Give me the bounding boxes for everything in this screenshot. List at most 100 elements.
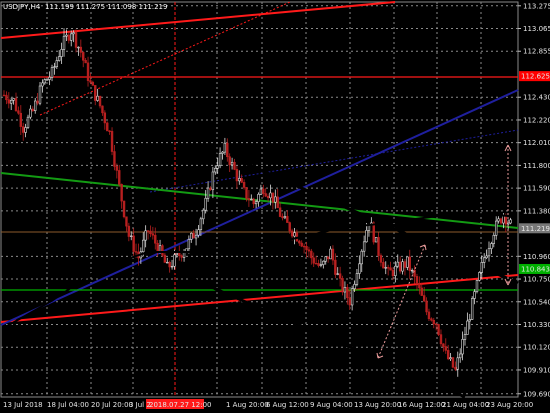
candle-body [257,193,260,203]
candle-body [5,94,8,101]
candle-body [331,248,335,261]
candle-body [211,171,215,191]
candle-body [134,251,138,253]
candle-body [24,127,27,133]
candle-body [408,256,411,271]
candle-body [235,169,239,182]
candle-body [396,261,399,267]
candle-body [60,49,63,57]
time-tick-label: 13 Aug 20:00 [354,401,401,409]
candle-body [338,273,342,279]
candle-body [202,209,205,220]
candle-body [355,273,359,285]
price-marker-label: 110.843 [521,265,550,273]
candle-body [43,79,47,84]
candle-body [132,235,135,252]
candle-body [319,264,323,266]
candle-body [31,108,35,111]
candle-body [266,195,270,199]
candle-body [314,262,318,265]
price-axis[interactable]: 113.275 113.065 112.855 112.430 112.220 112.0… [518,2,550,398]
candle-body [353,284,356,289]
candle-body [406,256,409,268]
candle-body [245,187,248,199]
price-tick-label: 112.430 [523,94,550,102]
candle-body [221,151,224,154]
candle-body [281,216,284,219]
candle-body [451,357,455,368]
candle-body [216,165,219,169]
candle-body [307,249,311,252]
candle-body [180,255,183,258]
candle-body [310,250,313,259]
candle-body [151,233,155,236]
candle-body [497,218,500,222]
candle-body [379,255,383,263]
time-tick-label: 18 Jul 04:00 [47,401,89,409]
candle-body [170,265,174,268]
price-marker-label: 111.219 [521,225,550,233]
candle-body [91,81,95,86]
candle-body [192,232,195,239]
candle-body [480,262,483,273]
candle-body [403,261,407,268]
candle-body [324,256,327,262]
candle-body [298,240,301,244]
candle-body [161,245,164,256]
candle-body [173,254,176,267]
candle-body [470,298,474,320]
candle-body [175,252,179,256]
candle-body [475,280,479,292]
candle-body [84,59,87,64]
candle-body [94,85,97,101]
price-tick-label: 110.120 [523,344,550,352]
candle-body [329,248,332,260]
time-axis[interactable]: 13 Jul 2018 18 Jul 04:00 20 Jul 20:00 1 Aug… [3,401,533,409]
candle-body [286,216,289,223]
price-tick-label: 109.690 [523,390,550,398]
candle-body [449,357,452,360]
candle-body [456,357,459,370]
candle-body [79,46,83,53]
candle-body [401,261,404,272]
time-tick-label: 13 Jul 2018 [3,401,43,409]
candle-body [190,232,193,240]
candle-body [199,218,203,230]
red-upper-dotted-extension[interactable] [39,1,291,116]
candle-body [302,245,306,248]
candle-body [374,237,378,243]
candle-body [446,350,450,360]
candle-body [122,200,126,218]
candle-body [48,76,51,80]
candle-body [394,265,397,277]
candle-body [108,130,111,133]
candle-body [432,319,435,325]
candle-body [168,261,171,268]
candle-body [343,286,347,293]
symbol-label: USDJPY,H4 [3,3,41,11]
price-tick-label: 112.855 [523,48,550,56]
candle-body [98,95,102,107]
candle-body [125,216,128,227]
candle-body [437,324,440,335]
blue-dotted-trendline[interactable] [149,129,519,193]
candle-body [478,272,481,281]
candle-body [506,222,510,225]
candle-body [26,116,30,128]
candle-body [22,126,25,133]
candle-body [197,229,200,236]
candle-body [425,300,428,313]
candle-body [53,66,56,68]
candle-body [322,260,325,265]
candle-body [348,297,351,306]
candle-body [398,261,402,272]
candle-body [358,263,361,274]
price-tick-label: 112.220 [523,116,550,124]
time-tick-label: 21 Aug 04:00 [442,401,489,409]
candle-body [454,366,457,370]
candle-body [233,161,236,170]
candle-body [485,255,488,259]
candle-body [115,166,119,171]
candle-body [264,193,267,197]
candle-body [430,318,433,321]
